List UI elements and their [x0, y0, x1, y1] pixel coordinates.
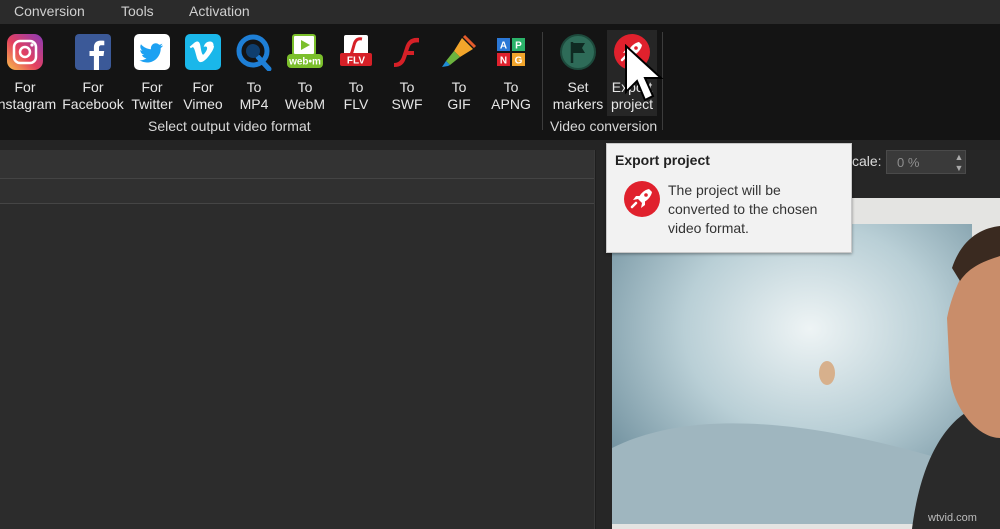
mouse-cursor-icon — [625, 44, 664, 102]
gif-icon — [442, 34, 477, 67]
left-panel — [0, 150, 595, 529]
webm-icon: web•m — [287, 34, 323, 68]
to-apng-button[interactable]: A P N G To APNG — [486, 30, 536, 116]
export-project-tooltip: Export project The project will be conve… — [606, 143, 852, 253]
instagram-icon — [7, 34, 43, 70]
scale-down-arrow-icon[interactable]: ▼ — [952, 162, 966, 174]
menu-tools[interactable]: Tools — [121, 3, 154, 19]
scale-label: cale: — [852, 153, 882, 169]
group-label-output-format: Select output video format — [148, 118, 311, 134]
apng-letter-p: P — [515, 41, 522, 52]
apng-icon: A P N G — [497, 38, 525, 67]
left-panel-header — [0, 150, 594, 179]
facebook-icon — [75, 34, 111, 70]
group-label-video-conversion: Video conversion — [550, 118, 658, 134]
apng-letter-a: A — [500, 41, 507, 52]
twitter-icon — [134, 34, 170, 70]
tooltip-title: Export project — [615, 152, 710, 168]
vimeo-icon — [185, 34, 221, 70]
mp4-icon — [236, 34, 272, 71]
menu-conversion[interactable]: Conversion — [14, 3, 85, 19]
left-panel-column-bar — [0, 179, 594, 204]
menu-bar: Conversion Tools Activation — [0, 0, 1000, 24]
webm-text: web•m — [288, 57, 321, 68]
tooltip-rocket-icon — [624, 181, 660, 217]
flag-icon — [560, 34, 596, 70]
apng-letter-g: G — [515, 56, 523, 67]
for-instagram-button[interactable]: For Instagram — [0, 30, 56, 116]
apng-letter-n: N — [500, 56, 507, 67]
watermark: wtvid.com — [928, 512, 977, 524]
menu-activation[interactable]: Activation — [189, 3, 250, 19]
swf-icon — [394, 37, 419, 67]
tooltip-text: The project will be converted to the cho… — [668, 182, 818, 236]
flv-icon: FLV — [340, 35, 372, 67]
flv-text: FLV — [347, 56, 365, 67]
for-facebook-button[interactable]: For Facebook — [62, 30, 124, 116]
